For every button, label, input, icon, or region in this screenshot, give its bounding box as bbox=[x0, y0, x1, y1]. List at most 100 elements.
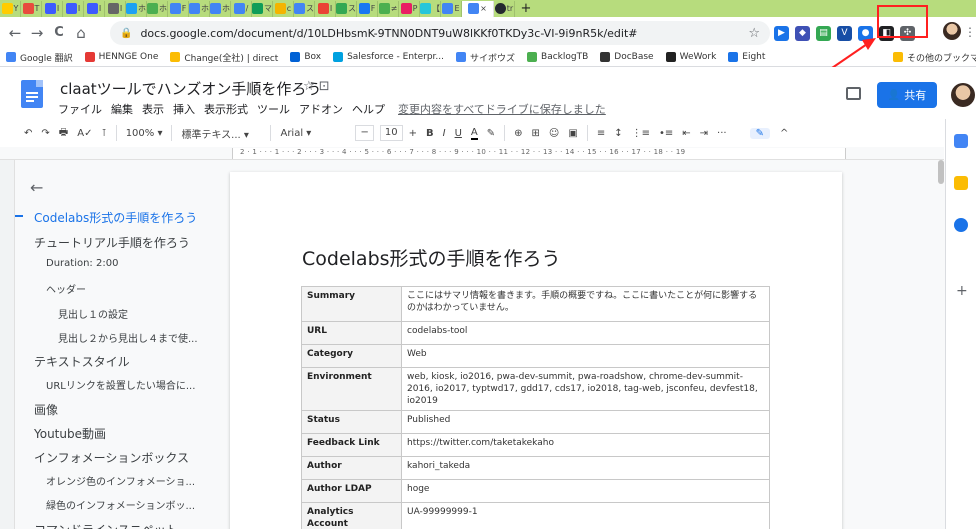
browser-tab[interactable]: ホ bbox=[147, 0, 168, 17]
outline-item[interactable]: Duration: 2:00 bbox=[46, 258, 118, 269]
outline-item[interactable]: 見出し２から見出し４まで使... bbox=[58, 330, 198, 345]
menu-item[interactable]: 挿入 bbox=[173, 101, 195, 117]
editing-mode-icon[interactable]: ✎ bbox=[749, 127, 770, 139]
document-page[interactable]: Codelabs形式の手順を作ろう Summary ここにはサマリ情報を書きます。… bbox=[230, 172, 842, 529]
font-size-input[interactable]: 10 bbox=[379, 125, 403, 141]
numbered-list-icon[interactable]: ⋮≡ bbox=[632, 128, 650, 139]
font-select[interactable]: Arial ▾ bbox=[280, 128, 346, 139]
address-bar[interactable]: 🔒 docs.google.com/document/d/10LDHbsmK-9… bbox=[110, 21, 770, 45]
bookmark-item[interactable]: DocBase bbox=[600, 52, 654, 62]
comment-history-icon[interactable] bbox=[846, 87, 861, 100]
bookmark-star-icon[interactable]: ☆ bbox=[748, 26, 760, 41]
print-icon[interactable]: 🖶 bbox=[59, 125, 68, 142]
undo-icon[interactable]: ↶ bbox=[24, 128, 32, 139]
share-button[interactable]: 👤 共有 bbox=[877, 82, 937, 108]
table-key-cell[interactable]: Analytics Account bbox=[301, 502, 402, 529]
document-scrollbar[interactable] bbox=[936, 160, 945, 529]
bookmark-item[interactable]: Google 翻訳 bbox=[6, 51, 73, 64]
spellcheck-icon[interactable]: A✓ bbox=[77, 128, 92, 139]
menu-item[interactable]: 表示形式 bbox=[204, 101, 248, 117]
table-key-cell[interactable]: URL bbox=[301, 321, 402, 345]
table-value-cell[interactable]: ここにはサマリ情報を書きます。手順の概要ですね。ここに書いたことが何に影響するの… bbox=[401, 286, 770, 322]
reload-button[interactable]: C bbox=[48, 25, 70, 40]
collapse-toolbar-icon[interactable]: ^ bbox=[780, 128, 788, 139]
table-key-cell[interactable]: Author bbox=[301, 456, 402, 480]
url-text[interactable]: docs.google.com/document/d/10LDHbsmK-9TN… bbox=[140, 27, 748, 40]
underline-button[interactable]: U bbox=[455, 128, 462, 139]
outline-item[interactable]: チュートリアル手順を作ろう bbox=[34, 234, 190, 251]
bookmark-item[interactable]: Box bbox=[290, 52, 321, 62]
table-value-cell[interactable]: UA-99999999-1 bbox=[401, 502, 770, 529]
table-value-cell[interactable]: hoge bbox=[401, 479, 770, 503]
menu-icon[interactable]: ⋮ bbox=[964, 25, 976, 39]
bookmark-other-folder[interactable]: その他のブックマーク bbox=[893, 51, 976, 64]
browser-tab[interactable]: I bbox=[84, 0, 105, 17]
style-select[interactable]: 標準テキス... ▾ bbox=[181, 126, 261, 141]
add-comment-icon[interactable]: ⊞ bbox=[532, 128, 540, 139]
document-title[interactable]: claatツールでハンズオン手順を作ろう bbox=[60, 78, 321, 99]
outline-item[interactable]: インフォメーションボックス bbox=[34, 449, 189, 466]
align-icon[interactable]: ≡ bbox=[597, 128, 605, 139]
outline-item[interactable]: 緑色のインフォメーションボッ... bbox=[46, 497, 195, 512]
browser-tab-active[interactable]: × bbox=[462, 0, 494, 17]
back-button[interactable]: ← bbox=[4, 24, 26, 42]
browser-tab[interactable]: ホ bbox=[189, 0, 210, 17]
insert-link-icon[interactable]: ⊕ bbox=[514, 128, 522, 139]
browser-tab[interactable]: I bbox=[105, 0, 126, 17]
outline-item[interactable]: 画像 bbox=[34, 401, 58, 418]
bookmark-item[interactable]: Eight bbox=[728, 52, 765, 62]
new-tab-button[interactable]: + bbox=[515, 1, 537, 17]
table-key-cell[interactable]: Feedback Link bbox=[301, 433, 402, 457]
browser-tab[interactable]: ス bbox=[294, 0, 315, 17]
table-value-cell[interactable]: kahori_takeda bbox=[401, 456, 770, 480]
browser-tab[interactable]: I bbox=[315, 0, 336, 17]
browser-tab[interactable]: ホ bbox=[210, 0, 231, 17]
document-heading[interactable]: Codelabs形式の手順を作ろう bbox=[302, 244, 561, 271]
table-key-cell[interactable]: Environment bbox=[301, 367, 402, 411]
profile-avatar[interactable] bbox=[943, 22, 961, 40]
outline-item[interactable]: テキストスタイル bbox=[34, 353, 130, 370]
keep-icon[interactable] bbox=[954, 176, 968, 190]
tasks-icon[interactable] bbox=[954, 218, 968, 232]
table-value-cell[interactable]: Web bbox=[401, 344, 770, 368]
browser-tab[interactable]: I bbox=[42, 0, 63, 17]
extension-icon[interactable]: ▶ bbox=[774, 25, 789, 41]
browser-tab[interactable]: tr bbox=[494, 0, 515, 17]
browser-tab[interactable]: I bbox=[63, 0, 84, 17]
emoji-icon[interactable]: ☺ bbox=[549, 128, 559, 139]
menu-item[interactable]: 表示 bbox=[142, 101, 164, 117]
highlight-color-icon[interactable]: ✎ bbox=[487, 128, 495, 139]
insert-image-icon[interactable]: ▣ bbox=[568, 128, 577, 139]
browser-tab[interactable]: T bbox=[21, 0, 42, 17]
browser-tab[interactable]: ≠ bbox=[378, 0, 399, 17]
table-value-cell[interactable]: https://twitter.com/taketakekaho bbox=[401, 433, 770, 457]
forward-button[interactable]: → bbox=[26, 24, 48, 42]
font-size-increase-button[interactable]: + bbox=[409, 128, 417, 139]
font-size-decrease-button[interactable]: − bbox=[355, 125, 374, 141]
home-button[interactable]: ⌂ bbox=[70, 24, 92, 42]
text-color-button[interactable]: A bbox=[470, 127, 478, 140]
menu-item[interactable]: ヘルプ bbox=[352, 101, 385, 117]
table-value-cell[interactable]: web, kiosk, io2016, pwa-dev-summit, pwa-… bbox=[401, 367, 770, 411]
metadata-table[interactable]: Summary ここにはサマリ情報を書きます。手順の概要ですね。ここに書いたことが… bbox=[301, 286, 770, 529]
table-key-cell[interactable]: Category bbox=[301, 344, 402, 368]
browser-tab[interactable]: F bbox=[168, 0, 189, 17]
outline-item[interactable]: コマンドラインスニペット bbox=[34, 521, 178, 529]
outline-item[interactable]: Codelabs形式の手順を作ろう bbox=[34, 209, 197, 226]
decrease-indent-icon[interactable]: ⇤ bbox=[682, 128, 690, 139]
save-status[interactable]: 変更内容をすべてドライブに保存しました bbox=[398, 101, 606, 117]
line-spacing-icon[interactable]: ↕ bbox=[614, 128, 622, 139]
browser-tab[interactable]: Y bbox=[0, 0, 21, 17]
menu-item[interactable]: アドオン bbox=[299, 101, 343, 117]
table-value-cell[interactable]: codelabs-tool bbox=[401, 321, 770, 345]
bookmark-item[interactable]: Salesforce - Enterpr... bbox=[333, 52, 444, 62]
browser-tab[interactable]: マ bbox=[252, 0, 273, 17]
table-key-cell[interactable]: Author LDAP bbox=[301, 479, 402, 503]
bulleted-list-icon[interactable]: •≡ bbox=[659, 128, 673, 139]
bookmark-item[interactable]: WeWork bbox=[665, 52, 716, 62]
star-move-icons[interactable]: ☆ ⊡ bbox=[303, 79, 330, 94]
menu-item[interactable]: ファイル bbox=[58, 101, 102, 117]
outline-item[interactable]: 見出し１の設定 bbox=[58, 306, 128, 321]
outline-item[interactable]: Youtube動画 bbox=[34, 425, 106, 442]
browser-tab[interactable]: 【 bbox=[420, 0, 441, 17]
